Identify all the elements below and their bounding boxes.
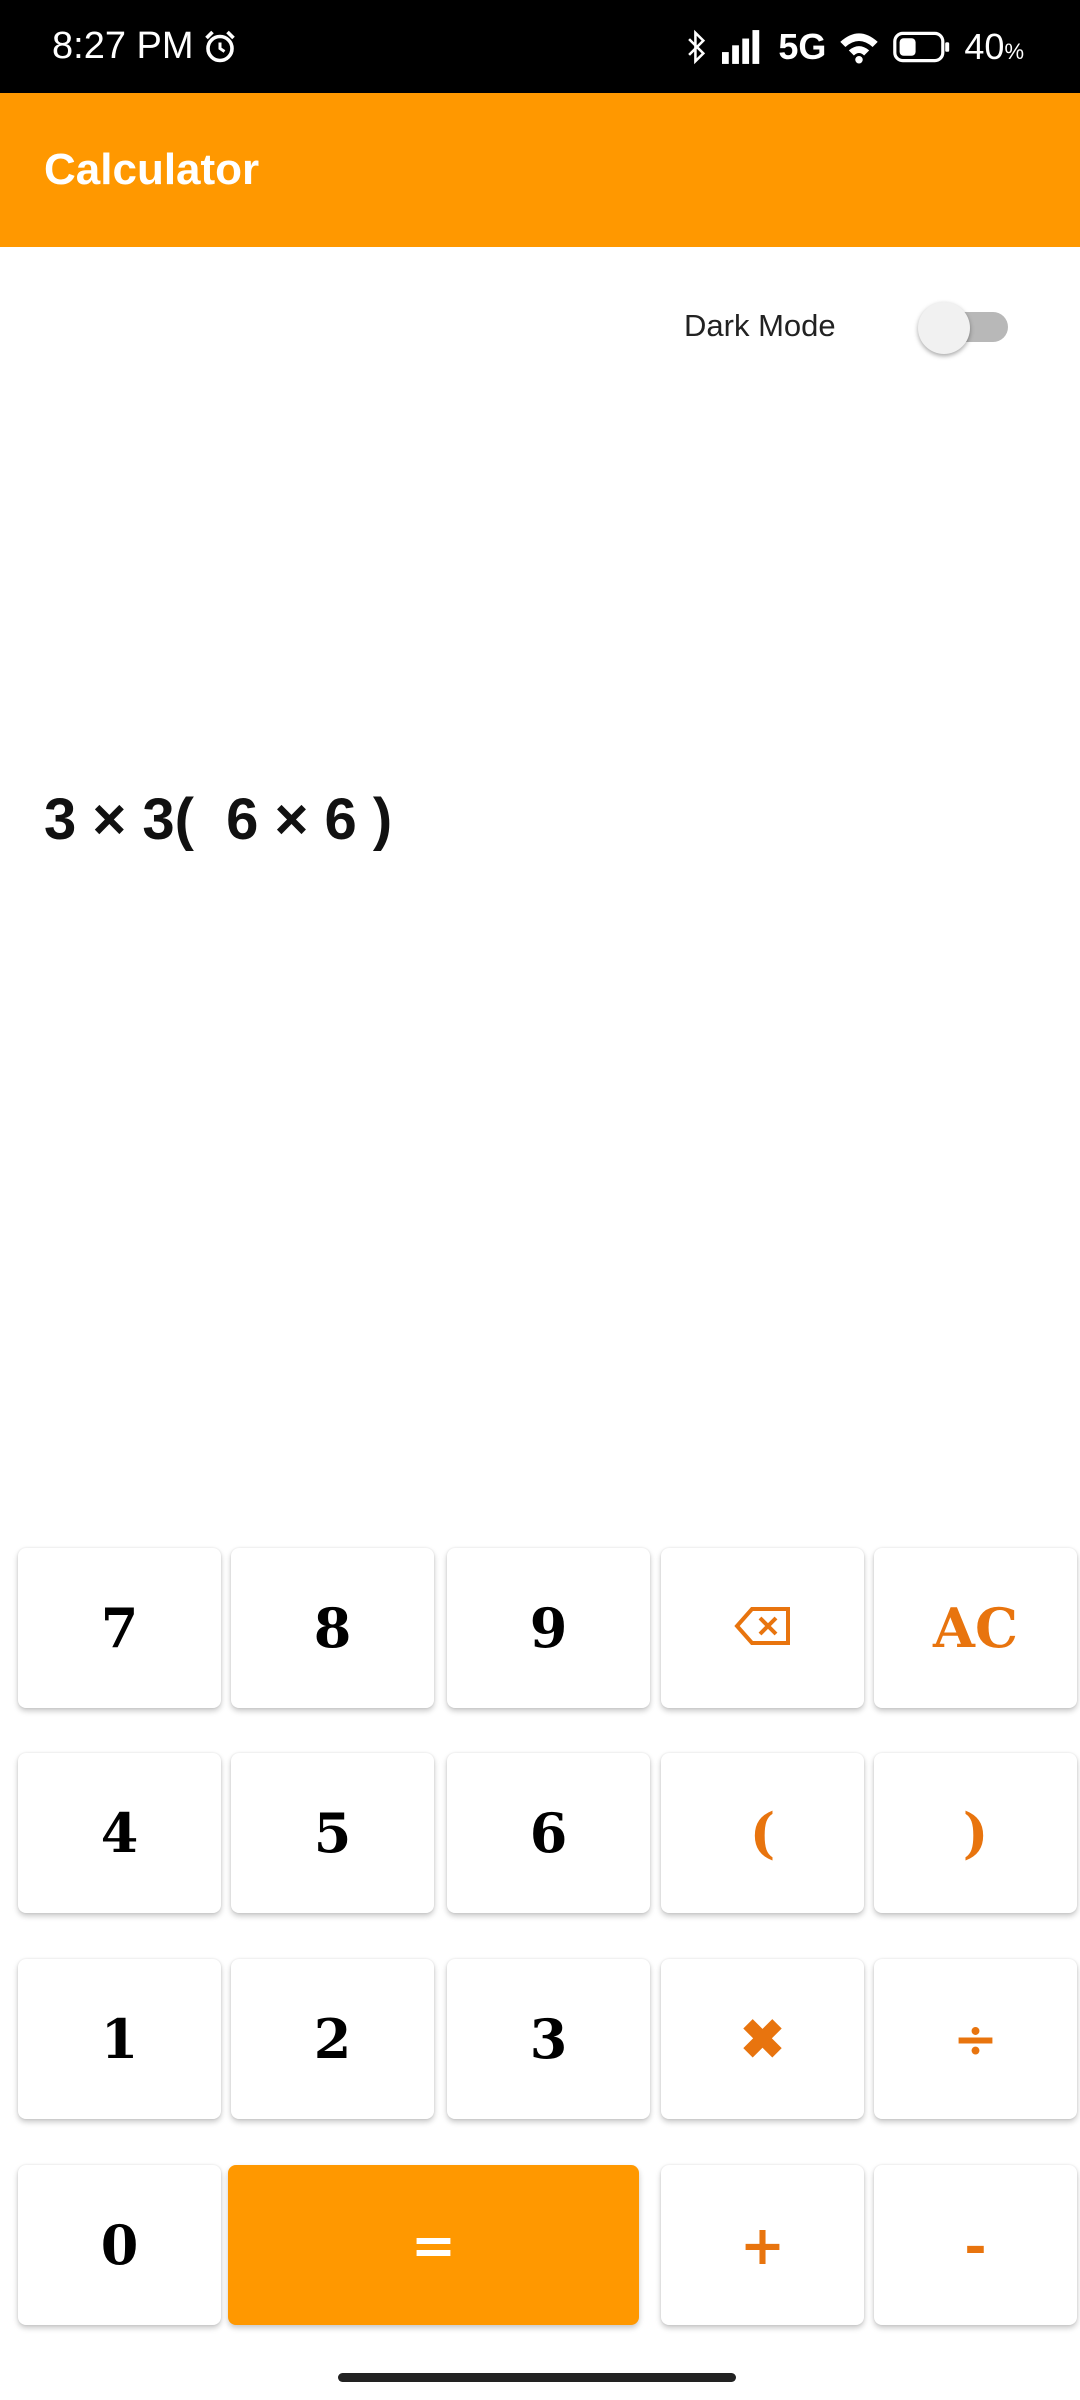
- key-8-label: 8: [313, 1596, 352, 1660]
- key-1-label: 1: [100, 2007, 139, 2071]
- close-paren-button[interactable]: ): [874, 1753, 1077, 1913]
- home-indicator[interactable]: [338, 2373, 736, 2382]
- status-right: 5G 40%: [684, 0, 1024, 93]
- open-paren-button[interactable]: (: [661, 1753, 864, 1913]
- expression-display: 3 × 3( 6 × 6 ): [44, 787, 393, 852]
- app-title: Calculator: [44, 145, 260, 194]
- plus-label: +: [739, 2213, 786, 2277]
- backspace-button[interactable]: [661, 1548, 864, 1708]
- wifi-icon: [838, 30, 880, 64]
- status-left: 8:27 PM: [52, 0, 238, 93]
- key-7-label: 7: [100, 1596, 139, 1660]
- minus-label: -: [964, 2213, 987, 2277]
- key-1[interactable]: 1: [18, 1959, 221, 2119]
- open-paren-label: (: [749, 1801, 776, 1865]
- divide-button[interactable]: ÷: [874, 1959, 1077, 2119]
- toggle-thumb: [918, 302, 970, 354]
- key-5[interactable]: 5: [231, 1753, 434, 1913]
- equals-button[interactable]: =: [228, 2165, 639, 2325]
- app-bar: Calculator: [0, 93, 1080, 247]
- status-bar: 8:27 PM 5G 40%: [0, 0, 1080, 93]
- battery-percent: 40%: [964, 25, 1024, 67]
- key-3-label: 3: [529, 2007, 568, 2071]
- key-9-label: 9: [529, 1596, 568, 1660]
- key-0-label: 0: [100, 2213, 139, 2277]
- clear-all-label: AC: [933, 1596, 1018, 1660]
- alarm-icon: [202, 29, 238, 65]
- battery-icon: [892, 31, 952, 63]
- key-4-label: 4: [100, 1801, 139, 1865]
- key-6[interactable]: 6: [447, 1753, 650, 1913]
- key-9[interactable]: 9: [447, 1548, 650, 1708]
- dark-mode-label: Dark Mode: [684, 308, 836, 343]
- signal-icon: [722, 29, 766, 64]
- close-paren-label: ): [962, 1801, 989, 1865]
- key-3[interactable]: 3: [447, 1959, 650, 2119]
- key-4[interactable]: 4: [18, 1753, 221, 1913]
- equals-label: =: [410, 2213, 457, 2277]
- key-8[interactable]: 8: [231, 1548, 434, 1708]
- bluetooth-icon: [684, 28, 710, 66]
- multiply-button[interactable]: ✖: [661, 1959, 864, 2119]
- divide-label: ÷: [952, 2007, 999, 2071]
- plus-button[interactable]: +: [661, 2165, 864, 2325]
- key-7[interactable]: 7: [18, 1548, 221, 1708]
- backspace-icon: [733, 1606, 792, 1651]
- key-2[interactable]: 2: [231, 1959, 434, 2119]
- key-2-label: 2: [313, 2007, 352, 2071]
- keypad: 7 8 9 AC 4 5 6 ( ) 1 2 3 ✖ ÷ 0 = + -: [0, 0, 1080, 2400]
- multiply-label: ✖: [739, 2007, 786, 2071]
- battery-percent-symbol: %: [1004, 38, 1024, 64]
- key-6-label: 6: [529, 1801, 568, 1865]
- dark-mode-toggle[interactable]: [918, 302, 1010, 354]
- key-5-label: 5: [313, 1801, 352, 1865]
- clear-all-button[interactable]: AC: [874, 1548, 1077, 1708]
- key-0[interactable]: 0: [18, 2165, 221, 2325]
- network-type: 5G: [778, 25, 827, 67]
- minus-button[interactable]: -: [874, 2165, 1077, 2325]
- status-time: 8:27 PM: [52, 25, 194, 67]
